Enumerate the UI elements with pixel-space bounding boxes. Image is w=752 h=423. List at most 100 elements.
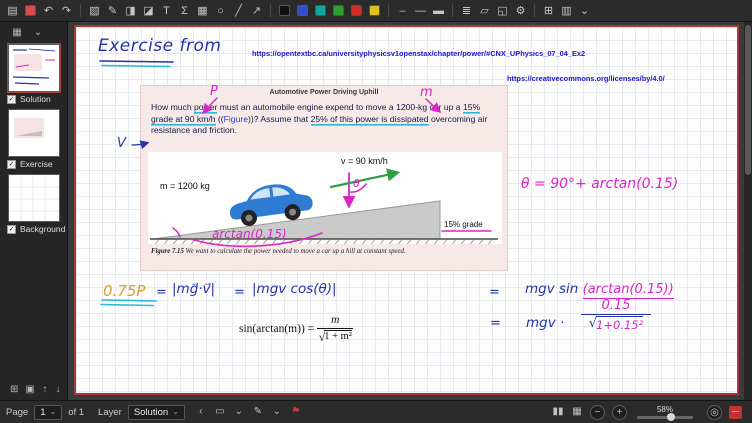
layer-visibility-checkbox-exercise[interactable]: ✓ [7, 160, 16, 169]
layer-dropdown-caret-icon[interactable]: ⌄ [172, 408, 179, 416]
annotation-velocity-pointer: V [117, 136, 126, 151]
zoom-slider-handle[interactable] [667, 413, 675, 421]
fraction-numerator: 0.15 [602, 298, 631, 313]
canvas-area[interactable]: Exercise from https://opentextbc.ca/univ… [68, 22, 752, 400]
annotation-equals-3: = [489, 285, 500, 300]
page-label: Page [6, 407, 28, 418]
vertical-scrollbar[interactable] [744, 22, 752, 400]
move-layer-up-icon[interactable]: ↑ [42, 383, 48, 396]
move-layer-down-icon[interactable]: ↓ [55, 383, 61, 396]
redo-icon[interactable]: ↷ [58, 3, 75, 19]
zoom-control[interactable]: 58% [636, 406, 694, 419]
layer-sidebar: ▦⌄ ✓ Solution [0, 22, 68, 400]
add-layer-icon[interactable]: ⊞ [10, 383, 18, 396]
color-yellow-swatch[interactable] [369, 5, 380, 16]
figure-caption: Figure 7.15 We want to calculate the pow… [151, 248, 499, 255]
more-tools-caret-icon[interactable]: ⌄ [576, 3, 593, 19]
arrow-tool-icon[interactable]: ↗ [248, 3, 265, 19]
pen-caret-icon[interactable]: ⌄ [271, 405, 283, 419]
text-tool-icon[interactable]: T [158, 3, 175, 19]
duplicate-layer-icon[interactable]: ▣ [25, 383, 34, 396]
document-page[interactable]: Exercise from https://opentextbc.ca/univ… [74, 25, 739, 395]
alert-flag-icon[interactable]: ⚑ [290, 405, 302, 419]
zoom-reset-button[interactable]: ◎ [707, 405, 722, 420]
layer-dropdown[interactable]: Solution ⌄ [128, 405, 185, 420]
thickness-medium-icon[interactable]: — [412, 3, 429, 19]
latex-denominator: 1 + m² [324, 330, 352, 343]
color-black-swatch[interactable] [279, 5, 290, 16]
license-url-link[interactable]: https://creativecommons.org/licenses/by/… [507, 74, 665, 83]
annotation-mgv-cos: |mgv cos(θ)| [252, 281, 337, 297]
eraser-tool-icon[interactable]: ◪ [140, 3, 157, 19]
source-url-link[interactable]: https://opentextbc.ca/universityphysicsv… [252, 49, 585, 58]
problem-text-segment: overcoming air [429, 114, 488, 124]
image-tool-icon[interactable]: ▦ [194, 3, 211, 19]
pen-tool-icon[interactable]: ✎ [104, 3, 121, 19]
layer-row-solution[interactable]: ✓ Solution [0, 93, 67, 106]
annotation-equals-4: = [490, 316, 501, 331]
fraction-bar [581, 314, 651, 315]
ground-hatching [153, 240, 492, 245]
shape-tool-icon[interactable]: ○ [212, 3, 229, 19]
thickness-thick-icon[interactable]: ▬ [430, 3, 447, 19]
thickness-fine-icon[interactable]: – [394, 3, 411, 19]
layer-dropdown-value: Solution [134, 407, 168, 418]
figure-caption-lead: Figure 7.15 [151, 248, 184, 255]
preview-pane-icon[interactable]: ▦ [10, 26, 24, 39]
color-green-swatch[interactable] [333, 5, 344, 16]
select-tool-icon[interactable]: ▧ [86, 3, 103, 19]
fraction-denominator: 1+0.15² [596, 316, 643, 332]
sidebar-toggle-icon[interactable]: ▤ [4, 3, 21, 19]
zoom-slider[interactable] [637, 416, 693, 419]
layer-thumbnail-solution[interactable] [8, 44, 60, 92]
grid-view-icon[interactable]: ▦ [571, 405, 583, 419]
collapse-handle-icon[interactable]: ‹ [195, 405, 207, 419]
math-tex-tool-icon[interactable]: Σ [176, 3, 193, 19]
layer-label-solution: Solution [20, 94, 51, 104]
sidebar-bottom-icons: ⊞ ▣ ↑ ↓ [4, 381, 67, 398]
page-number-input[interactable]: 1 ⌄ [34, 405, 62, 420]
problem-text-segment: ))? Assume that [248, 114, 311, 124]
layer-thumbnail-exercise[interactable] [8, 109, 60, 157]
exercise-thumbnail-preview [9, 110, 59, 156]
layer-label-background: Background [20, 224, 65, 234]
dual-page-view-icon[interactable]: ▮▮ [552, 405, 564, 419]
pen-quick-icon[interactable]: ✎ [252, 405, 264, 419]
incline-diagram: m = 1200 kg v = 90 km/h 15% grade [148, 152, 502, 244]
layer-thumbnail-background[interactable] [8, 174, 60, 222]
problem-image[interactable]: Automotive Power Driving Uphill How much… [140, 85, 508, 271]
color-teal-swatch[interactable] [315, 5, 326, 16]
preview-dropdown-icon[interactable]: ⌄ [31, 26, 45, 39]
color-blue-swatch[interactable] [297, 5, 308, 16]
layer-visibility-checkbox-background[interactable]: ✓ [7, 225, 16, 234]
color-red-swatch[interactable] [351, 5, 362, 16]
latex-numerator: m [317, 314, 353, 329]
fullscreen-icon[interactable]: ◱ [494, 3, 511, 19]
zoom-in-button[interactable]: + [612, 405, 627, 420]
active-color-swatch[interactable] [25, 5, 36, 16]
latex-fraction: m √ 1 + m² [317, 314, 353, 345]
problem-title: Automotive Power Driving Uphill [141, 86, 507, 96]
settings-icon[interactable]: ⚙ [512, 3, 529, 19]
line-tool-icon[interactable]: ╱ [230, 3, 247, 19]
highlighter-tool-icon[interactable]: ◨ [122, 3, 139, 19]
incline-diagram-svg [148, 152, 502, 244]
grid-snap-icon[interactable]: ≣ [458, 3, 475, 19]
layer-visibility-checkbox-solution[interactable]: ✓ [7, 95, 16, 104]
shape-recognizer-icon[interactable]: ▱ [476, 3, 493, 19]
problem-text-segment: resistance and friction. [151, 125, 237, 135]
layer-row-exercise[interactable]: ✓ Exercise [0, 158, 67, 171]
selection-box-icon[interactable]: ▭ [214, 405, 226, 419]
selection-caret-icon[interactable]: ⌄ [233, 405, 245, 419]
scrollbar-handle[interactable] [745, 25, 751, 175]
layer-row-background[interactable]: ✓ Background [0, 223, 67, 236]
figure-link[interactable]: Figure [224, 114, 248, 124]
zoom-out-button[interactable]: − [590, 405, 605, 420]
sidebar-top-icons: ▦⌄ [4, 25, 67, 41]
undo-icon[interactable]: ↶ [40, 3, 57, 19]
latex-identity-formula[interactable]: sin(arctan(m)) = m √ 1 + m² [239, 314, 353, 345]
page-template-icon[interactable]: ▥ [558, 3, 575, 19]
add-page-icon[interactable]: ⊞ [540, 3, 557, 19]
page-spinner-caret-icon[interactable]: ⌄ [49, 408, 56, 416]
recording-indicator[interactable]: — [729, 406, 742, 419]
